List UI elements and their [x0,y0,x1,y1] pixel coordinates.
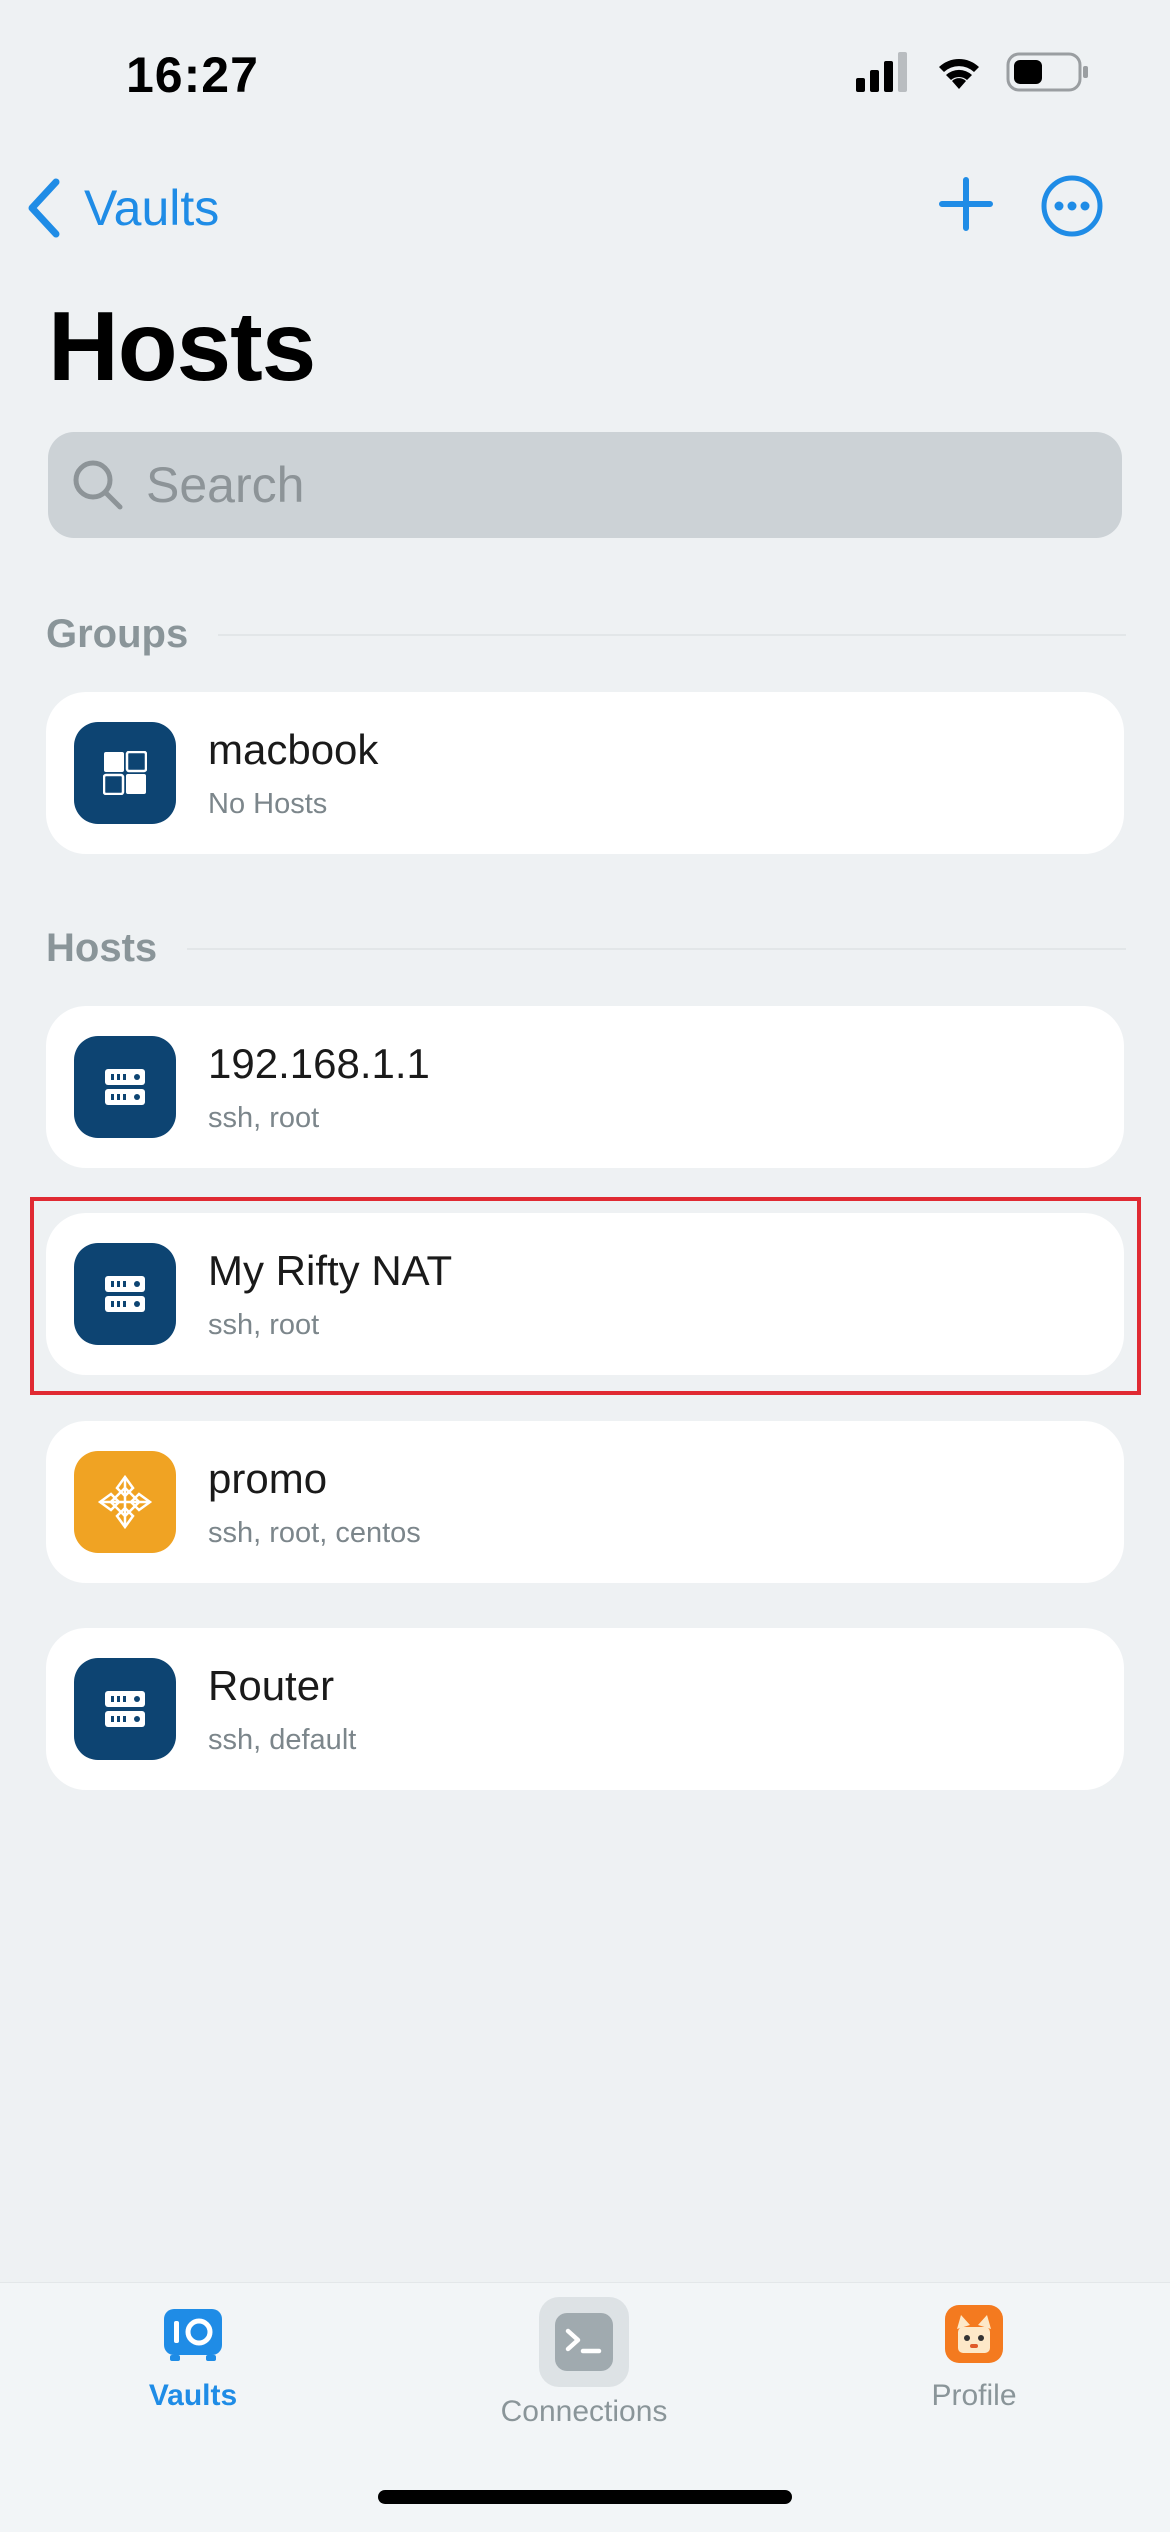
hosts-header-label: Hosts [46,926,158,970]
item-title: 192.168.1.1 [208,1040,430,1088]
search-icon [73,460,123,510]
nav-bar: Vaults [0,160,1170,260]
wifi-icon [939,59,979,89]
hosts-section-header: Hosts [46,926,1126,971]
more-button[interactable] [1040,174,1104,243]
item-title: promo [208,1455,328,1503]
group-item-macbook[interactable]: macbook No Hosts [46,692,1124,854]
add-button[interactable] [938,176,994,237]
card-text: macbook No Hosts [208,725,378,820]
tab-vaults[interactable]: Vaults [73,2303,313,2413]
page-title: Hosts [48,291,316,401]
item-title: Router [208,1662,335,1710]
section-divider [187,947,1126,950]
search-input[interactable] [146,456,1046,514]
item-subtitle: ssh, root [208,1101,320,1134]
plus-icon [939,177,993,231]
host-item-router[interactable]: Router ssh, default [46,1628,1124,1790]
item-title: macbook [208,726,379,774]
server-icon [74,1658,176,1760]
groups-section-header: Groups [46,612,1126,657]
centos-icon [74,1451,176,1553]
avatar-icon [945,2305,1003,2363]
tab-label: Connections [500,2395,668,2428]
host-item-192-168-1-1[interactable]: 192.168.1.1 ssh, root [46,1006,1124,1168]
battery-icon [1006,52,1088,92]
item-subtitle: ssh, default [208,1723,357,1756]
tab-label: Vaults [148,2379,238,2412]
card-text: promo ssh, root, centos [208,1454,421,1549]
section-divider [218,633,1126,636]
status-icons [856,52,1090,92]
item-subtitle: No Hosts [208,787,328,820]
ellipsis-circle-icon [1041,175,1103,237]
home-indicator [378,2490,792,2504]
groups-header-label: Groups [46,612,189,656]
back-label: Vaults [84,180,220,236]
status-time: 16:27 [126,47,259,103]
vault-icon [164,2309,222,2361]
terminal-icon [539,2297,629,2387]
server-icon [74,1036,176,1138]
selection-highlight [30,1197,1141,1395]
card-text: 192.168.1.1 ssh, root [208,1039,430,1134]
group-icon [74,722,176,824]
chevron-left-icon [28,178,60,238]
card-text: Router ssh, default [208,1661,356,1756]
tab-label: Profile [931,2379,1017,2412]
host-item-promo[interactable]: promo ssh, root, centos [46,1421,1124,1583]
search-bar[interactable] [48,432,1122,538]
status-bar: 16:27 [0,0,1170,150]
back-button[interactable]: Vaults [26,178,219,238]
cellular-signal-icon [856,52,907,92]
tab-connections[interactable]: Connections [464,2297,704,2429]
item-subtitle: ssh, root, centos [208,1516,421,1549]
tab-profile[interactable]: Profile [854,2303,1094,2413]
